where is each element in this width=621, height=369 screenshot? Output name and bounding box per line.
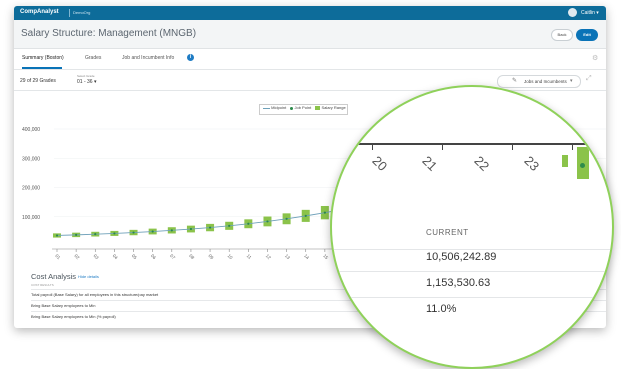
current-cost-to-min-pct: 11.0% xyxy=(426,303,457,315)
job-point xyxy=(132,231,135,234)
job-point xyxy=(189,227,193,231)
job-point xyxy=(151,230,154,233)
zoom-job-point xyxy=(580,163,585,168)
job-point xyxy=(113,232,116,235)
job-point xyxy=(208,226,212,229)
x-tick-label: 05 xyxy=(131,253,138,260)
x-tick-label: 10 xyxy=(226,253,233,260)
x-tick-label: 15 xyxy=(322,253,329,260)
hide-details-link[interactable]: Hide details xyxy=(78,274,99,279)
x-tick-label: 12 xyxy=(265,253,272,260)
job-point xyxy=(323,211,326,214)
cost-analysis-title: Cost Analysis xyxy=(31,272,77,281)
job-point xyxy=(247,222,250,225)
zoom-tick xyxy=(512,144,513,150)
y-tick-label: 300,000 xyxy=(22,156,40,162)
x-tick-label: 09 xyxy=(207,253,214,260)
x-tick-label: 11 xyxy=(246,253,253,260)
job-point xyxy=(170,229,173,232)
zoom-range-bar xyxy=(562,155,568,167)
job-point xyxy=(228,224,231,227)
zoom-x-label: 22 xyxy=(471,153,493,174)
job-point xyxy=(75,233,78,236)
x-tick-label: 04 xyxy=(112,253,119,260)
x-tick-label: 14 xyxy=(303,253,310,260)
y-tick-label: 400,000 xyxy=(22,127,40,133)
x-tick-label: 01 xyxy=(54,253,61,260)
zoom-divider xyxy=(332,297,612,298)
x-tick-label: 13 xyxy=(284,253,291,260)
x-tick-label: 03 xyxy=(93,253,100,260)
job-point xyxy=(94,233,97,236)
zoom-x-axis xyxy=(332,143,612,145)
zoom-tick xyxy=(372,144,373,150)
current-cost-to-min: 1,153,530.63 xyxy=(426,277,491,289)
job-point xyxy=(266,220,269,223)
y-tick-label: 200,000 xyxy=(22,186,40,192)
zoom-divider xyxy=(332,249,612,250)
midpoint-line xyxy=(56,208,345,236)
zoom-divider xyxy=(332,271,612,272)
zoom-x-label: 21 xyxy=(419,153,441,174)
job-point xyxy=(55,234,59,237)
x-tick-label: 07 xyxy=(169,253,176,260)
current-total-payroll: 10,506,242.89 xyxy=(426,251,497,263)
x-tick-label: 02 xyxy=(73,253,80,260)
current-column-header: CURRENT xyxy=(426,228,469,237)
zoom-tick xyxy=(572,144,573,150)
cost-results-label: COST RESULTS xyxy=(31,283,54,287)
x-tick-label: 06 xyxy=(150,253,157,260)
magnifier-callout: 20 21 22 23 CURRENT 10,506,242.89 1,153,… xyxy=(330,85,614,369)
zoom-x-label: 23 xyxy=(521,153,543,174)
x-tick-label: 08 xyxy=(188,253,195,260)
zoom-x-label: 20 xyxy=(369,153,391,174)
job-point xyxy=(285,217,288,220)
y-tick-label: 100,000 xyxy=(22,215,40,221)
job-point xyxy=(304,214,307,217)
zoom-tick xyxy=(442,144,443,150)
